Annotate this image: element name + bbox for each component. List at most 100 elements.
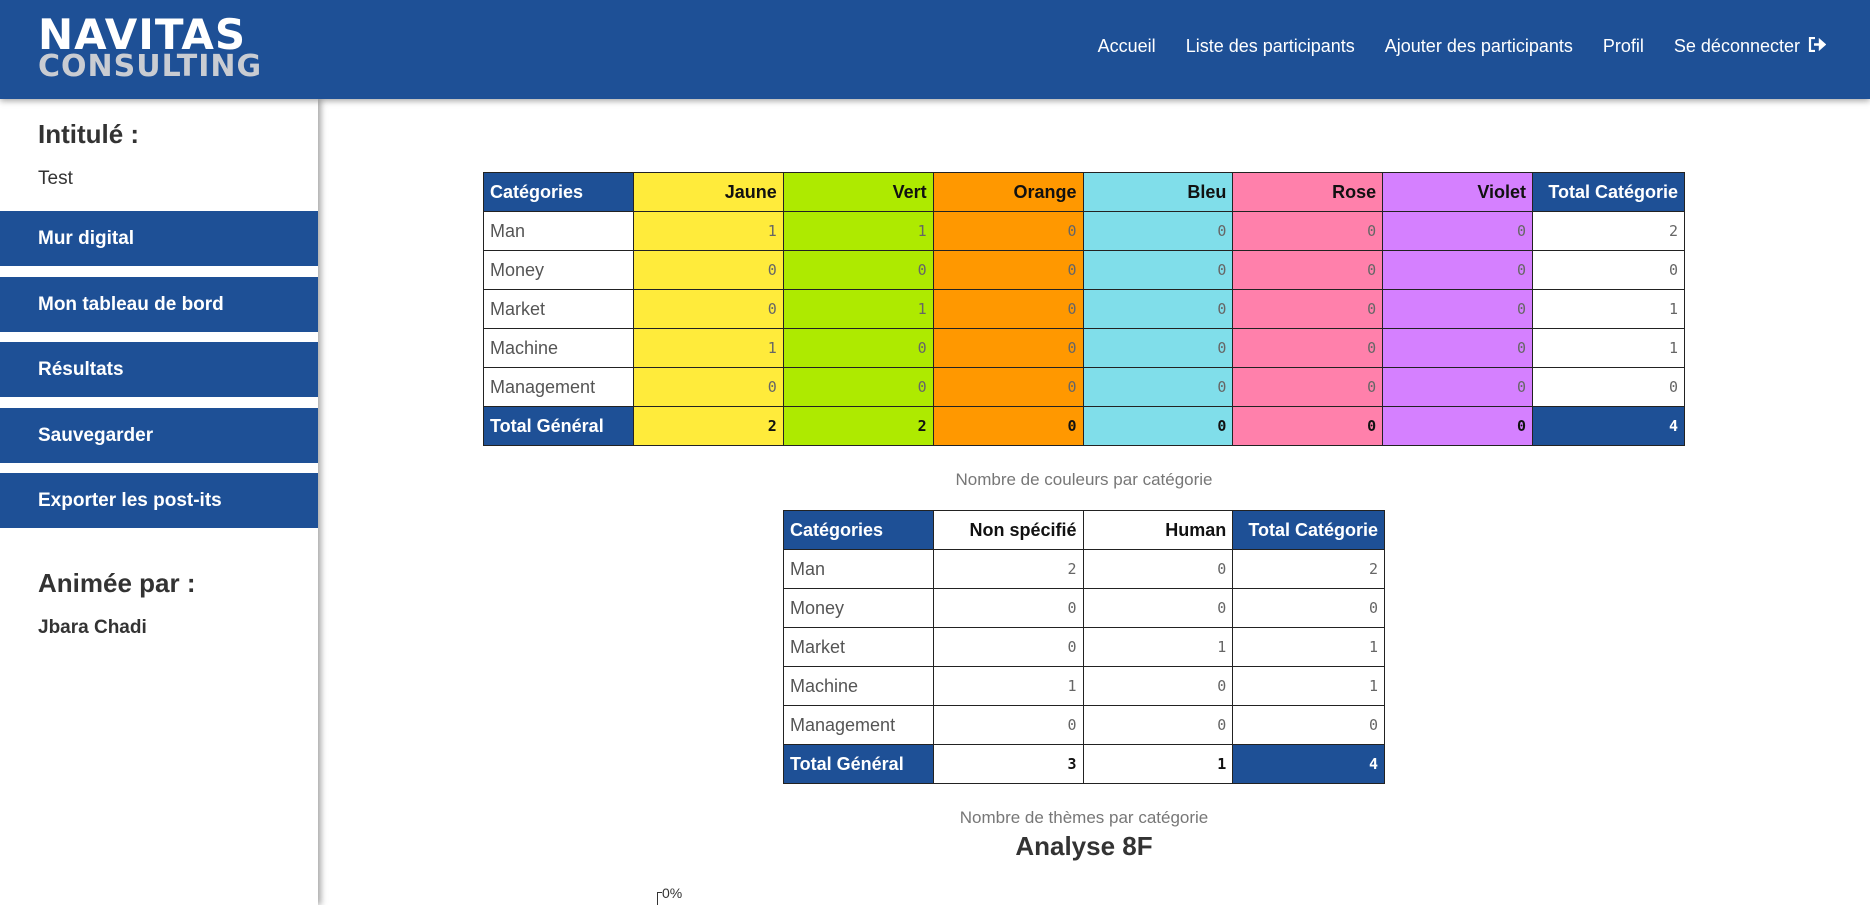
header-total-categorie: Total Catégorie <box>1232 510 1385 550</box>
total-general-label: Total Général <box>483 406 634 446</box>
header-vert: Vert <box>782 172 934 212</box>
row-category: Man <box>783 549 934 589</box>
nav-liste-participants[interactable]: Liste des participants <box>1186 36 1355 57</box>
row-category: Machine <box>483 328 634 368</box>
row-category: Market <box>783 627 934 667</box>
cell-jaune: 0 <box>632 367 784 407</box>
header-bleu: Bleu <box>1082 172 1234 212</box>
resultats-button[interactable]: Résultats <box>0 342 318 397</box>
row-category: Market <box>483 289 634 329</box>
header-total-categorie: Total Catégorie <box>1532 172 1685 212</box>
cell-total: 0 <box>1232 588 1385 628</box>
analyse-8f-title: Analyse 8F <box>1015 831 1153 861</box>
cell-total: 1 <box>1532 289 1685 329</box>
cell-orange: 0 <box>932 211 1084 251</box>
total-rose: 0 <box>1232 406 1384 446</box>
nav-logout[interactable]: Se déconnecter <box>1674 36 1827 57</box>
mur-digital-button[interactable]: Mur digital <box>0 211 318 266</box>
row-category: Management <box>783 705 934 745</box>
cell-jaune: 0 <box>632 289 784 329</box>
table-total-row: Total Général 2 2 0 0 0 0 4 <box>483 406 1685 446</box>
cell-total: 0 <box>1532 367 1685 407</box>
cell-non-specifie: 0 <box>932 705 1084 745</box>
intitule-label: Intitulé : <box>38 119 140 149</box>
animee-par-label: Animée par : <box>38 568 196 598</box>
total-bleu: 0 <box>1082 406 1234 446</box>
cell-non-specifie: 0 <box>932 588 1084 628</box>
animee-par-value: Jbara Chadi <box>38 617 147 638</box>
table-row: Man 2 0 2 <box>783 549 1385 589</box>
cell-vert: 0 <box>782 328 934 368</box>
header-human: Human <box>1082 510 1234 550</box>
cell-total: 0 <box>1232 705 1385 745</box>
grand-total: 4 <box>1232 744 1385 784</box>
nav-accueil[interactable]: Accueil <box>1098 36 1156 57</box>
cell-violet: 0 <box>1382 289 1534 329</box>
cell-total: 1 <box>1532 328 1685 368</box>
cell-violet: 0 <box>1382 211 1534 251</box>
cell-jaune: 0 <box>632 250 784 290</box>
cell-orange: 0 <box>932 250 1084 290</box>
cell-bleu: 0 <box>1082 328 1234 368</box>
header-jaune: Jaune <box>632 172 784 212</box>
cell-rose: 0 <box>1232 367 1384 407</box>
sauvegarder-button[interactable]: Sauvegarder <box>0 408 318 463</box>
total-human: 1 <box>1082 744 1234 784</box>
grand-total: 4 <box>1532 406 1685 446</box>
tableau-de-bord-button[interactable]: Mon tableau de bord <box>0 277 318 332</box>
cell-total: 2 <box>1232 549 1385 589</box>
total-vert: 2 <box>782 406 934 446</box>
cell-vert: 1 <box>782 211 934 251</box>
total-general-label: Total Général <box>783 744 934 784</box>
table-row: Machine 1 0 0 0 0 0 1 <box>483 328 1685 368</box>
sign-out-icon <box>1808 36 1827 57</box>
cell-bleu: 0 <box>1082 289 1234 329</box>
cell-violet: 0 <box>1382 328 1534 368</box>
cell-total: 0 <box>1532 250 1685 290</box>
table1-caption: Nombre de couleurs par catégorie <box>955 470 1213 489</box>
header-violet: Violet <box>1382 172 1534 212</box>
cell-rose: 0 <box>1232 289 1384 329</box>
cell-jaune: 1 <box>632 328 784 368</box>
cell-non-specifie: 1 <box>932 666 1084 706</box>
table-row: Man 1 1 0 0 0 0 2 <box>483 211 1685 251</box>
table-row: Management 0 0 0 <box>783 705 1385 745</box>
navitas-logo[interactable]: NAVITAS CONSULTING <box>38 14 262 82</box>
cell-human: 0 <box>1082 588 1234 628</box>
logo-text-bottom: CONSULTING <box>38 49 263 84</box>
cell-non-specifie: 2 <box>932 549 1084 589</box>
table2-caption: Nombre de thèmes par catégorie <box>959 808 1209 827</box>
row-category: Man <box>483 211 634 251</box>
cell-human: 1 <box>1082 627 1234 667</box>
row-category: Money <box>783 588 934 628</box>
cell-total: 2 <box>1532 211 1685 251</box>
cell-rose: 0 <box>1232 250 1384 290</box>
nav-profil[interactable]: Profil <box>1603 36 1644 57</box>
total-violet: 0 <box>1382 406 1534 446</box>
cell-non-specifie: 0 <box>932 627 1084 667</box>
header-categories: Catégories <box>783 510 934 550</box>
header-rose: Rose <box>1232 172 1384 212</box>
table-row: Money 0 0 0 <box>783 588 1385 628</box>
cell-human: 0 <box>1082 705 1234 745</box>
cell-orange: 0 <box>932 289 1084 329</box>
cell-total: 1 <box>1232 627 1385 667</box>
nav-ajouter-participants[interactable]: Ajouter des participants <box>1385 36 1573 57</box>
cell-violet: 0 <box>1382 250 1534 290</box>
header-orange: Orange <box>932 172 1084 212</box>
table-row: Money 0 0 0 0 0 0 0 <box>483 250 1685 290</box>
cell-bleu: 0 <box>1082 250 1234 290</box>
exporter-postits-button[interactable]: Exporter les post-its <box>0 473 318 528</box>
main-nav: Accueil Liste des participants Ajouter d… <box>1068 36 1827 57</box>
header-categories: Catégories <box>483 172 634 212</box>
cell-bleu: 0 <box>1082 367 1234 407</box>
cell-violet: 0 <box>1382 367 1534 407</box>
table-header-row: Catégories Non spécifié Human Total Caté… <box>783 510 1385 550</box>
cell-orange: 0 <box>932 367 1084 407</box>
row-category: Money <box>483 250 634 290</box>
cell-orange: 0 <box>932 328 1084 368</box>
cell-human: 0 <box>1082 666 1234 706</box>
table-header-row: Catégories Jaune Vert Orange Bleu Rose V… <box>483 172 1685 212</box>
cell-vert: 1 <box>782 289 934 329</box>
table-row: Market 0 1 0 0 0 0 1 <box>483 289 1685 329</box>
